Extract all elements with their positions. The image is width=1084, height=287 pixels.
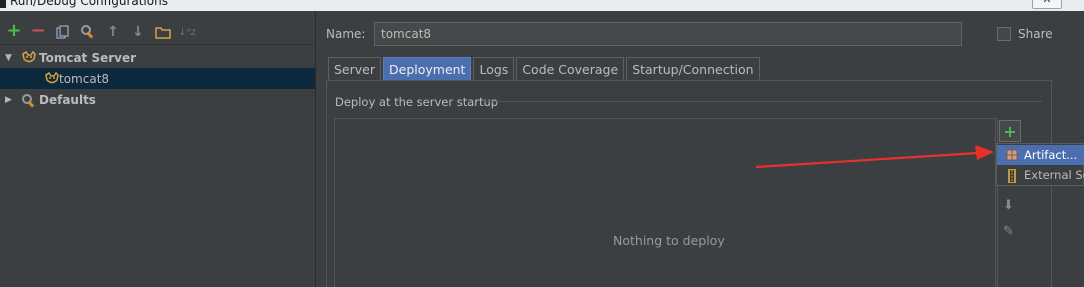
tab-logs[interactable]: Logs [473,57,515,81]
artifact-icon [1006,149,1018,161]
add-icon[interactable]: + [6,20,22,41]
deploy-list[interactable] [334,118,996,287]
tomcat-icon [21,50,36,65]
empty-state-text: Nothing to deploy [613,233,725,248]
section-title: Deploy at the server startup [335,95,499,109]
title-bar: Run/Debug Configurations ✕ [0,0,1084,11]
add-deployment-button[interactable]: + [999,120,1021,142]
configuration-tree: ▼ Tomcat Server tomcat8 ▶ Defaults [0,47,315,287]
name-label: Name: [326,27,366,41]
tree-item-tomcat-server[interactable]: ▼ Tomcat Server [0,47,315,68]
tab-code-coverage[interactable]: Code Coverage [516,57,625,81]
configuration-toolbar: + − ↑ ↓ ↓ᵃz [0,11,316,45]
share-label: Share [1018,27,1053,41]
move-up-icon[interactable]: ↑ [105,24,121,40]
move-down-icon[interactable]: ↓ [130,24,146,40]
menu-item-label: Artifact... [1024,148,1078,162]
section-divider [484,101,1042,102]
collapse-icon[interactable]: ▶ [5,95,13,105]
tree-item-label: tomcat8 [59,71,110,86]
menu-item-artifact[interactable]: Artifact... [997,145,1084,165]
expand-icon[interactable]: ▼ [5,53,13,63]
tab-bar: Server Deployment Logs Code Coverage Sta… [328,57,762,81]
defaults-icon [21,93,35,108]
folder-icon[interactable] [155,24,171,40]
name-field[interactable]: tomcat8 [374,22,962,46]
remove-icon[interactable]: − [30,20,46,41]
share-checkbox[interactable] [997,27,1011,41]
tree-item-defaults[interactable]: ▶ Defaults [0,89,315,110]
menu-item-label: External Source... [1024,168,1084,182]
tab-server[interactable]: Server [328,57,381,81]
tree-item-label: Tomcat Server [39,50,137,65]
copy-icon[interactable] [55,24,71,40]
edit-icon[interactable]: ✎ [1003,224,1014,239]
close-button[interactable]: ✕ [1032,0,1062,9]
window-title: Run/Debug Configurations [10,0,168,8]
sort-icon[interactable]: ↓ᵃz [178,24,196,40]
tree-item-tomcat8[interactable]: tomcat8 [0,68,315,89]
tab-startup-connection[interactable]: Startup/Connection [626,57,760,81]
tomcat-icon [44,71,59,86]
settings-icon[interactable] [80,24,96,40]
window-icon [0,0,6,8]
tree-item-label: Defaults [39,92,96,107]
external-source-icon [1006,169,1018,183]
menu-item-external-source[interactable]: External Source... [997,165,1084,185]
tab-deployment[interactable]: Deployment [383,57,472,81]
move-down-icon[interactable]: ⬇ [1003,198,1014,213]
add-popup-menu: Artifact... External Source... [996,143,1084,186]
